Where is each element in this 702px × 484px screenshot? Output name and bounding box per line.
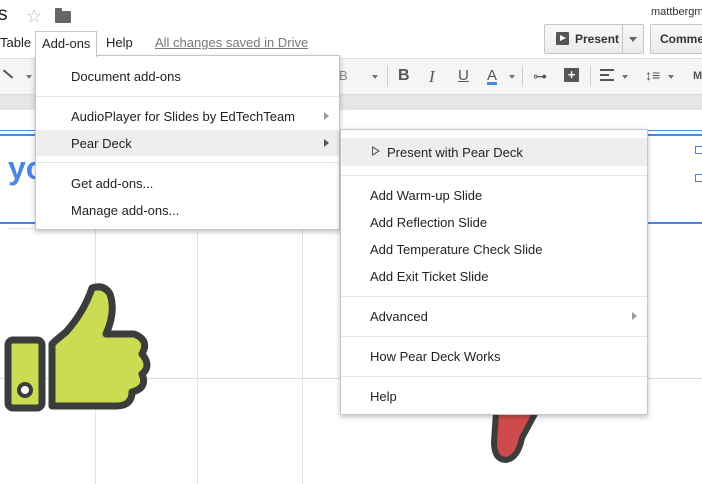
grid-line — [197, 226, 198, 484]
menu-item-audioplayer[interactable]: AudioPlayer for Slides by EdTechTeam — [36, 103, 339, 129]
thumbs-down-icon[interactable] — [488, 412, 548, 464]
font-size-fragment[interactable]: B — [339, 68, 348, 83]
menu-item-label: Add Reflection Slide — [370, 215, 488, 230]
menu-help[interactable]: Help — [106, 35, 133, 50]
menu-item-get-addons[interactable]: Get add-ons... — [36, 170, 339, 196]
spacing-dropdown-icon[interactable] — [668, 75, 674, 79]
menu-item-label: How Pear Deck Works — [370, 349, 501, 364]
text-color-button[interactable]: A — [487, 67, 497, 84]
menu-item-label: AudioPlayer for Slides by EdTechTeam — [71, 109, 296, 124]
folder-icon[interactable] — [55, 8, 71, 23]
menu-item-add-temperature-check-slide[interactable]: Add Temperature Check Slide — [341, 236, 647, 262]
menu-separator — [341, 296, 647, 297]
play-icon — [372, 146, 380, 156]
menu-item-label: Add Warm-up Slide — [370, 188, 483, 203]
line-spacing-icon[interactable]: ↕≡ — [645, 67, 660, 83]
italic-button[interactable]: I — [429, 67, 435, 87]
submenu-arrow-icon — [324, 139, 329, 147]
menu-item-pear-deck[interactable]: Pear Deck — [36, 130, 339, 156]
addons-menu: Document add-ons AudioPlayer for Slides … — [35, 55, 340, 230]
present-label: Present — [575, 32, 620, 46]
chevron-down-icon[interactable] — [629, 37, 637, 42]
comments-label: Comments — [660, 32, 702, 46]
comments-button[interactable]: Comments — [650, 24, 702, 54]
present-divider — [622, 25, 623, 53]
save-status[interactable]: All changes saved in Drive — [155, 35, 308, 50]
menu-table[interactable]: Table — [0, 35, 31, 50]
menu-item-label: Get add-ons... — [71, 176, 154, 191]
toolbar-divider — [590, 66, 591, 86]
menu-item-label: Present with Pear Deck — [387, 145, 523, 160]
menu-separator — [341, 376, 647, 377]
align-icon[interactable] — [600, 69, 614, 84]
toolbar-divider — [387, 66, 388, 86]
grid-line — [302, 226, 303, 484]
menu-item-add-warmup-slide[interactable]: Add Warm-up Slide — [341, 182, 647, 208]
menu-item-label: Pear Deck — [71, 136, 132, 151]
menu-item-advanced[interactable]: Advanced — [341, 303, 647, 329]
menu-item-add-exit-ticket-slide[interactable]: Add Exit Ticket Slide — [341, 263, 647, 289]
toolbar-divider — [522, 66, 523, 86]
menu-separator — [341, 175, 647, 176]
menu-item-add-reflection-slide[interactable]: Add Reflection Slide — [341, 209, 647, 235]
pear-deck-submenu: Present with Pear Deck Add Warm-up Slide… — [340, 129, 648, 415]
doc-title[interactable]: s — [0, 4, 8, 26]
user-account[interactable]: mattbergm — [651, 6, 702, 18]
more-button[interactable]: M — [693, 70, 702, 82]
menu-separator — [341, 336, 647, 337]
menu-item-label: Help — [370, 389, 397, 404]
menu-item-how-pear-deck-works[interactable]: How Pear Deck Works — [341, 343, 647, 369]
menu-item-help[interactable]: Help — [341, 383, 647, 409]
menu-separator — [36, 96, 339, 97]
play-icon — [556, 32, 569, 45]
bold-button[interactable]: B — [398, 67, 410, 85]
insert-comment-icon[interactable]: + — [564, 68, 579, 82]
link-icon[interactable]: ⊶ — [533, 68, 547, 85]
menu-separator — [36, 162, 339, 163]
star-icon[interactable]: ☆ — [26, 6, 42, 27]
thumbs-up-icon[interactable] — [4, 282, 154, 414]
menu-addons[interactable]: Add-ons — [35, 31, 98, 57]
menu-item-present-with-pear-deck[interactable]: Present with Pear Deck — [341, 138, 647, 166]
submenu-arrow-icon — [324, 112, 329, 120]
menu-item-document-addons[interactable]: Document add-ons — [36, 63, 339, 89]
resize-handle[interactable] — [695, 174, 702, 182]
menu-item-label: Add Exit Ticket Slide — [370, 269, 489, 284]
underline-button[interactable]: U — [458, 67, 469, 84]
font-size-dropdown-icon[interactable] — [372, 75, 378, 79]
submenu-arrow-icon — [632, 312, 637, 320]
align-dropdown-icon[interactable] — [622, 75, 628, 79]
menu-item-manage-addons[interactable]: Manage add-ons... — [36, 197, 339, 223]
menu-item-label: Manage add-ons... — [71, 203, 180, 218]
present-button[interactable]: Present — [544, 24, 644, 54]
menu-item-label: Add Temperature Check Slide — [370, 242, 543, 257]
text-color-dropdown-icon[interactable] — [509, 75, 515, 79]
line-dropdown-icon[interactable] — [26, 75, 32, 79]
menu-item-label: Document add-ons — [71, 69, 181, 84]
menu-item-label: Advanced — [370, 309, 428, 324]
resize-handle[interactable] — [695, 146, 702, 154]
